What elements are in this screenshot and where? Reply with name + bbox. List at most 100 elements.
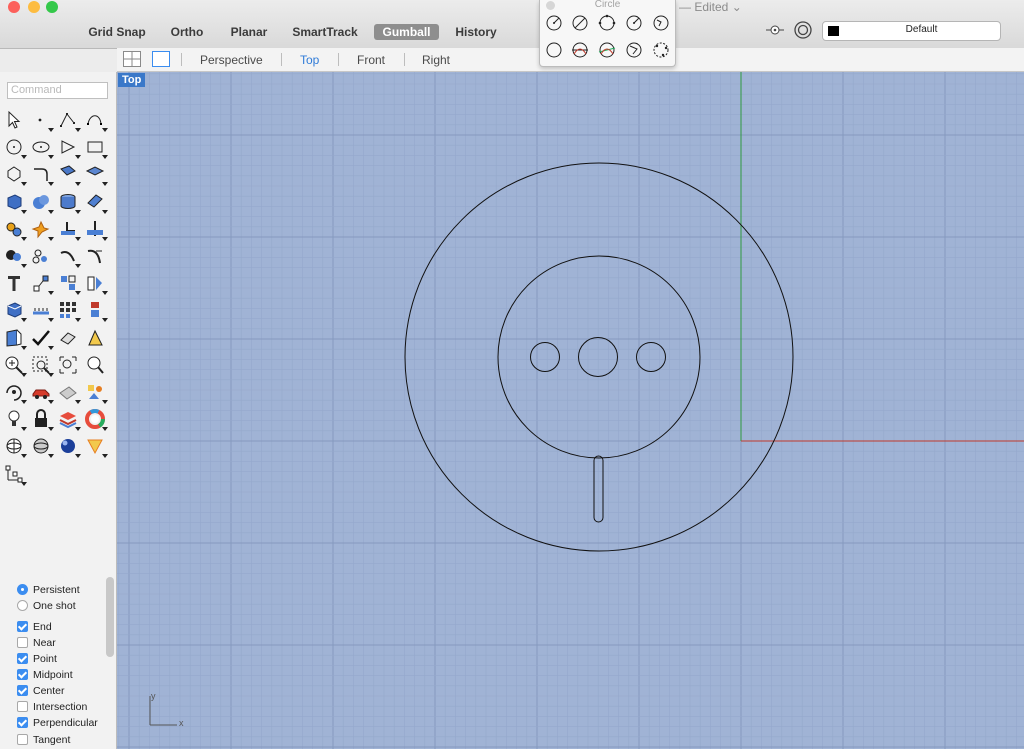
rectangle-icon[interactable] xyxy=(84,136,108,160)
command-input[interactable]: Command xyxy=(7,82,108,99)
circle-center-radius-icon[interactable] xyxy=(544,13,564,33)
zoom-icon[interactable] xyxy=(84,354,106,376)
single-viewport-icon[interactable] xyxy=(152,51,170,67)
circle-fit-points-icon[interactable] xyxy=(597,40,617,60)
surface-from-curves-icon[interactable] xyxy=(57,163,81,187)
toggle-planar[interactable]: Planar xyxy=(226,24,272,40)
close-window-button[interactable] xyxy=(8,1,20,13)
outer-circle-curve[interactable] xyxy=(404,162,794,552)
fillet-curve-icon[interactable] xyxy=(30,163,54,187)
toggle-gumball[interactable]: Gumball xyxy=(374,24,439,40)
check-icon[interactable] xyxy=(30,327,54,350)
toggle-grid-snap[interactable]: Grid Snap xyxy=(86,24,148,40)
tab-front[interactable]: Front xyxy=(357,53,385,67)
toggle-history[interactable]: History xyxy=(452,24,500,40)
light-icon[interactable] xyxy=(3,408,27,432)
polygon-icon[interactable] xyxy=(3,163,27,187)
tab-top[interactable]: Top xyxy=(300,53,319,67)
circle-diameter-icon[interactable] xyxy=(570,13,590,33)
top-viewport[interactable]: y x Top xyxy=(117,72,1024,749)
text-icon[interactable] xyxy=(3,272,25,294)
circle-around-curve-icon[interactable] xyxy=(651,13,671,33)
array-icon[interactable] xyxy=(30,245,52,267)
viewport-title[interactable]: Top xyxy=(118,73,146,87)
checkbox-near[interactable] xyxy=(17,637,28,648)
four-viewports-icon[interactable] xyxy=(123,51,141,67)
viewport-canvas[interactable]: y x xyxy=(117,72,1024,749)
analyze-curve-icon[interactable] xyxy=(3,327,27,350)
group-icon[interactable] xyxy=(3,245,27,268)
left-hole-curve[interactable] xyxy=(530,342,560,372)
rotate-icon[interactable] xyxy=(57,245,81,268)
bend-icon[interactable] xyxy=(84,245,106,267)
circle-deformable-icon[interactable] xyxy=(544,40,564,60)
point-icon[interactable] xyxy=(30,109,54,132)
zoom-window-icon[interactable] xyxy=(3,354,27,377)
car-icon[interactable] xyxy=(30,381,54,404)
gumball-icon[interactable] xyxy=(3,463,27,486)
cone-icon[interactable] xyxy=(84,435,108,459)
render-icon[interactable] xyxy=(57,327,79,349)
zoom-extents-icon[interactable] xyxy=(57,354,79,376)
polyline-icon[interactable] xyxy=(57,109,81,132)
ellipse-icon[interactable] xyxy=(30,136,54,160)
circle-tangent-tangent-icon[interactable] xyxy=(570,40,590,60)
circle-icon[interactable] xyxy=(3,136,27,160)
osnap-scrollbar[interactable] xyxy=(106,577,114,657)
radio-persistent[interactable] xyxy=(17,584,28,595)
tab-right[interactable]: Right xyxy=(422,53,450,67)
minimize-window-button[interactable] xyxy=(28,1,40,13)
loft-icon[interactable] xyxy=(84,163,108,187)
toggle-ortho[interactable]: Ortho xyxy=(166,24,208,40)
solid-tools-icon[interactable] xyxy=(3,299,27,323)
color-wheel-icon[interactable] xyxy=(84,408,108,432)
zoom-selected-icon[interactable] xyxy=(30,354,54,377)
lock-icon[interactable] xyxy=(30,408,54,432)
split-icon[interactable] xyxy=(84,218,108,241)
checkbox-intersection[interactable] xyxy=(17,701,28,712)
block-icon[interactable] xyxy=(57,272,81,296)
checkbox-point[interactable] xyxy=(17,653,28,664)
flow-icon[interactable] xyxy=(84,327,106,349)
sphere-solid-icon[interactable] xyxy=(30,191,54,214)
document-edited-label[interactable]: — Edited ⌄ xyxy=(679,0,742,14)
curve-icon[interactable] xyxy=(84,109,108,132)
scale-icon[interactable] xyxy=(84,299,108,323)
mirror-icon[interactable] xyxy=(84,272,108,296)
arc-icon[interactable] xyxy=(57,136,81,160)
current-layer-selector[interactable]: Default xyxy=(822,21,1001,41)
box-solid-icon[interactable] xyxy=(3,191,27,214)
radio-one-shot[interactable] xyxy=(17,600,28,611)
array-grid-icon[interactable] xyxy=(57,299,81,323)
right-hole-curve[interactable] xyxy=(636,342,666,372)
checkbox-perpendicular[interactable] xyxy=(17,717,28,728)
shapes-icon[interactable] xyxy=(84,381,108,404)
toggle-smarttrack[interactable]: SmartTrack xyxy=(288,24,362,40)
circle-3point-icon[interactable] xyxy=(597,13,617,33)
mesh-icon[interactable] xyxy=(30,299,54,323)
zoom-window-button[interactable] xyxy=(46,1,58,13)
cylinder-solid-icon[interactable] xyxy=(57,191,81,214)
rotate-view-icon[interactable] xyxy=(3,381,27,404)
checkbox-end[interactable] xyxy=(17,621,28,632)
circle-tangent-3-icon[interactable] xyxy=(651,40,671,60)
wireframe-display-icon[interactable] xyxy=(3,435,27,459)
circle-vertical-icon[interactable] xyxy=(624,40,644,60)
circle-tangent-icon[interactable] xyxy=(624,13,644,33)
extrude-surface-icon[interactable] xyxy=(84,191,108,214)
dimension-icon[interactable] xyxy=(30,272,54,296)
shaded-display-icon[interactable] xyxy=(30,435,54,459)
checkbox-midpoint[interactable] xyxy=(17,669,28,680)
layer-icon[interactable] xyxy=(57,408,81,432)
select-arrow-icon[interactable] xyxy=(3,109,25,131)
osnap-toggle-icon[interactable] xyxy=(766,22,784,38)
boolean-union-icon[interactable] xyxy=(3,218,27,241)
checkbox-tangent[interactable] xyxy=(17,734,28,745)
checkbox-center[interactable] xyxy=(17,685,28,696)
project-icon[interactable] xyxy=(57,381,81,404)
explode-icon[interactable] xyxy=(30,218,54,241)
rendered-display-icon[interactable] xyxy=(57,435,81,459)
record-target-icon[interactable] xyxy=(794,21,812,39)
tab-perspective[interactable]: Perspective xyxy=(200,53,263,67)
trim-icon[interactable] xyxy=(57,218,81,241)
